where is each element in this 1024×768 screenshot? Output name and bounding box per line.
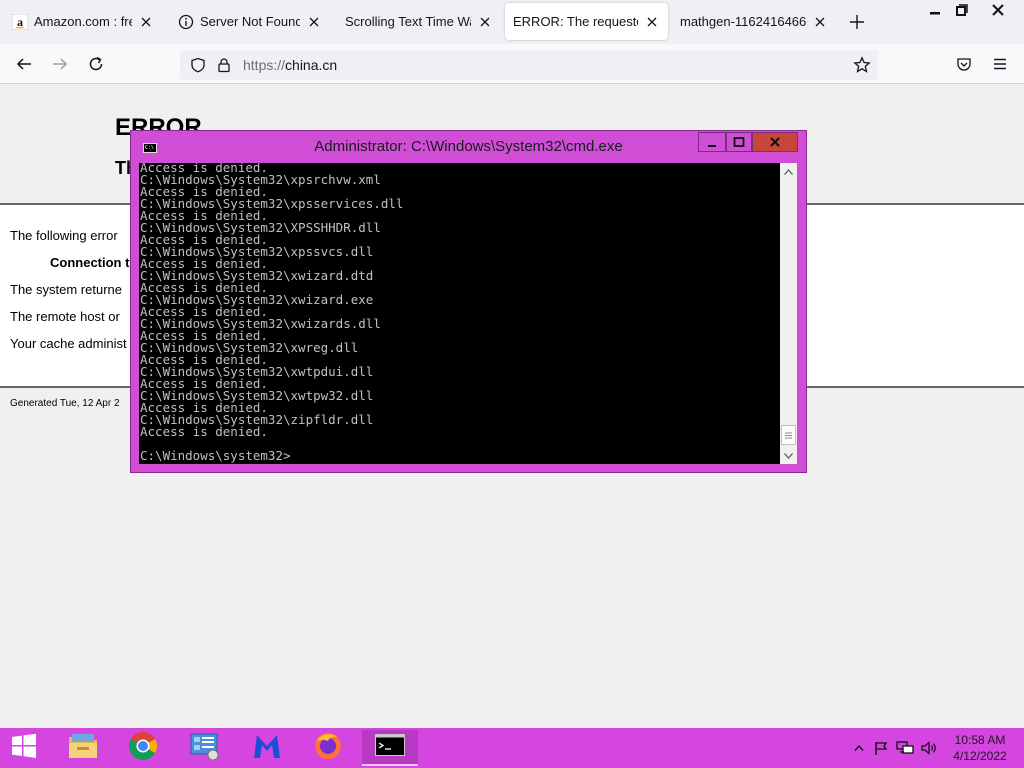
url-host: china.cn bbox=[285, 57, 338, 73]
pocket-icon[interactable] bbox=[954, 54, 974, 74]
tab-title: Server Not Found bbox=[200, 14, 300, 29]
url-protocol: https:// bbox=[243, 57, 286, 73]
tab-amazon[interactable]: a Amazon.com : free bbox=[4, 3, 162, 40]
taskbar-chrome[interactable] bbox=[115, 730, 171, 766]
scroll-thumb[interactable] bbox=[781, 425, 796, 445]
tab-title: mathgen-1162416466.pdf bbox=[680, 14, 806, 29]
tab-title: ERROR: The requested UI bbox=[513, 14, 638, 29]
cmd-window[interactable]: C:\ Administrator: C:\Windows\System32\c… bbox=[130, 130, 807, 473]
error-line-bold: Connection t bbox=[50, 255, 130, 270]
control-panel-icon bbox=[189, 731, 221, 766]
close-tab-icon[interactable] bbox=[812, 14, 828, 30]
cmd-maximize-icon[interactable] bbox=[726, 132, 752, 152]
tracking-shield-icon[interactable] bbox=[188, 55, 208, 75]
taskbar-clock[interactable]: 10:58 AM 4/12/2022 bbox=[944, 732, 1016, 764]
taskbar-command-prompt[interactable] bbox=[362, 730, 418, 766]
error-line: The system returne bbox=[10, 282, 122, 297]
tab-title: Scrolling Text Time Wast bbox=[345, 14, 471, 29]
volume-icon[interactable] bbox=[920, 739, 938, 757]
tab-error-requested[interactable]: ERROR: The requested UI bbox=[505, 3, 668, 40]
tab-scrolling-text[interactable]: Scrolling Text Time Wast bbox=[337, 3, 501, 40]
tab-mathgen-pdf[interactable]: mathgen-1162416466.pdf bbox=[672, 3, 836, 40]
clock-time: 10:58 AM bbox=[954, 733, 1006, 747]
malwarebytes-icon bbox=[251, 732, 283, 765]
close-tab-icon[interactable] bbox=[138, 14, 154, 30]
error-line: The following error bbox=[10, 228, 118, 243]
start-button[interactable] bbox=[0, 730, 48, 766]
taskbar-firefox[interactable] bbox=[300, 730, 356, 766]
clock-date: 4/12/2022 bbox=[953, 749, 1007, 763]
menu-hamburger-icon[interactable] bbox=[990, 54, 1010, 74]
windows-logo-icon bbox=[11, 733, 37, 764]
tab-title: Amazon.com : free bbox=[34, 14, 132, 29]
cmd-close-icon[interactable] bbox=[752, 132, 798, 152]
cmd-scrollbar[interactable] bbox=[780, 163, 797, 464]
show-hidden-icons-icon[interactable] bbox=[850, 739, 868, 757]
bookmark-star-icon[interactable] bbox=[852, 55, 872, 75]
navigation-toolbar: https://china.cn bbox=[0, 44, 1024, 84]
console-lines: Access is denied. C:\Windows\System32\xps… bbox=[140, 163, 403, 438]
info-icon bbox=[178, 14, 194, 30]
cmd-console-output[interactable]: Access is denied. C:\Windows\System32\xps… bbox=[139, 163, 780, 464]
reload-icon[interactable] bbox=[86, 54, 106, 74]
error-line: The remote host or bbox=[10, 309, 120, 324]
forward-arrow-icon[interactable] bbox=[50, 54, 70, 74]
url-bar[interactable]: https://china.cn bbox=[180, 50, 878, 80]
error-line: Your cache administ bbox=[10, 336, 127, 351]
scroll-down-arrow-icon[interactable] bbox=[780, 447, 797, 464]
new-tab-icon[interactable] bbox=[848, 13, 866, 31]
console-prompt[interactable]: C:\Windows\system32> bbox=[140, 449, 291, 462]
scroll-up-arrow-icon[interactable] bbox=[780, 163, 797, 180]
restore-window-icon[interactable] bbox=[948, 0, 976, 20]
taskbar-control-panel[interactable] bbox=[177, 730, 233, 766]
close-tab-icon[interactable] bbox=[644, 14, 660, 30]
back-arrow-icon[interactable] bbox=[14, 54, 34, 74]
firefox-icon bbox=[313, 731, 343, 766]
minimize-window-icon[interactable] bbox=[921, 0, 949, 20]
folder-icon bbox=[67, 732, 99, 765]
lock-icon[interactable] bbox=[214, 55, 234, 75]
action-center-flag-icon[interactable] bbox=[872, 739, 890, 757]
network-icon[interactable] bbox=[896, 739, 914, 757]
close-window-icon[interactable] bbox=[984, 0, 1012, 20]
cmd-minimize-icon[interactable] bbox=[698, 132, 726, 152]
chrome-icon bbox=[128, 731, 158, 766]
taskbar-malwarebytes[interactable] bbox=[239, 730, 295, 766]
amazon-icon: a bbox=[12, 13, 28, 30]
cmd-icon bbox=[375, 733, 405, 761]
close-tab-icon[interactable] bbox=[477, 14, 493, 30]
tab-strip: a Amazon.com : free Server Not Found Scr… bbox=[0, 0, 1024, 44]
taskbar: 10:58 AM 4/12/2022 bbox=[0, 728, 1024, 768]
tab-server-not-found[interactable]: Server Not Found bbox=[170, 3, 330, 40]
cmd-titlebar[interactable]: C:\ Administrator: C:\Windows\System32\c… bbox=[131, 131, 806, 163]
svg-text:a: a bbox=[17, 15, 23, 29]
url-text[interactable]: https://china.cn bbox=[243, 57, 337, 73]
console-line: Access is denied. bbox=[140, 424, 268, 439]
page-footer: Generated Tue, 12 Apr 2 bbox=[10, 398, 120, 409]
close-tab-icon[interactable] bbox=[306, 14, 322, 30]
taskbar-file-explorer[interactable] bbox=[55, 730, 111, 766]
